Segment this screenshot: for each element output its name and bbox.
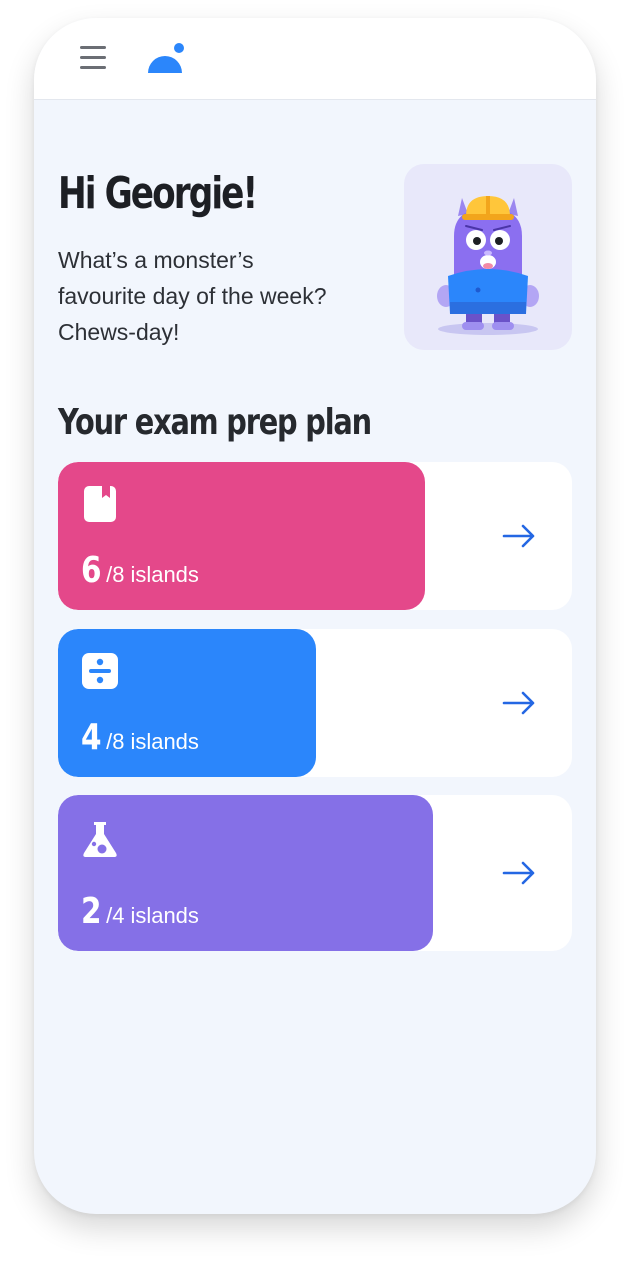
book-icon [84,486,116,522]
total-count: 4 [112,903,125,928]
total-count: 8 [112,729,125,754]
arrow-right-icon[interactable] [502,524,536,548]
completed-count: 6 [81,550,102,591]
islands-label: islands [130,729,199,754]
total-count: 8 [112,562,125,587]
arrow-right-icon[interactable] [502,861,536,885]
arrow-right-icon[interactable] [502,691,536,715]
completed-count: 4 [81,717,102,758]
islands-progress-text: 2 /4 islands [81,891,199,932]
divide-icon [82,653,118,689]
monster-joke: What’s a monster’s favourite day of the … [58,242,378,350]
exam-plan-card[interactable]: 4 /8 islands [58,629,572,777]
completed-count: 2 [81,891,102,932]
islands-progress-text: 6 /8 islands [81,550,199,591]
islands-label: islands [130,562,199,587]
app-logo-icon[interactable] [146,42,188,76]
islands-label: islands [130,903,199,928]
science-flask-icon [83,822,117,857]
phone-frame: Hi Georgie! What’s a monster’s favourite… [34,18,596,1214]
exam-plan-card[interactable]: 2 /4 islands [58,795,572,951]
joke-line: What’s a monster’s [58,247,254,273]
greeting-title: Hi Georgie! [58,168,258,219]
hamburger-menu-icon[interactable] [78,44,108,70]
joke-line: favourite day of the week? [58,283,327,309]
mascot-card [404,164,572,350]
section-title: Your exam prep plan [58,402,372,443]
exam-plan-card[interactable]: 6 /8 islands [58,462,572,610]
top-navigation-bar [34,18,596,100]
joke-line: Chews-day! [58,319,180,345]
monster-mascot-illustration [437,196,539,335]
islands-progress-text: 4 /8 islands [81,717,199,758]
